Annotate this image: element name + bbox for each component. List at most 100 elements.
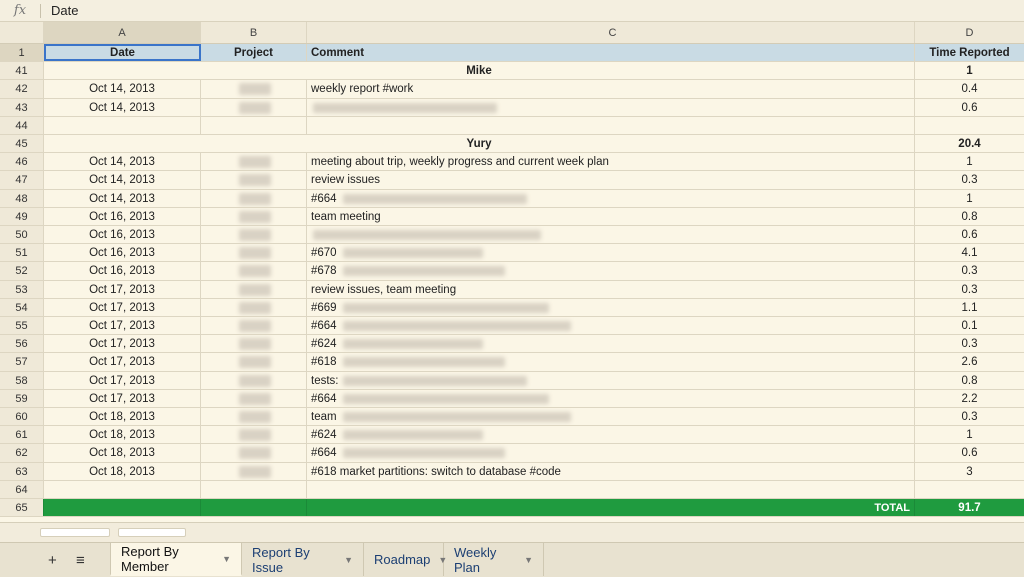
row-number[interactable]: 50: [0, 226, 44, 244]
project-cell[interactable]: [201, 280, 307, 298]
row-number[interactable]: 52: [0, 262, 44, 280]
row-number[interactable]: 58: [0, 371, 44, 389]
comment-cell[interactable]: weekly report #work: [307, 80, 915, 98]
column-header-a[interactable]: A: [44, 22, 201, 43]
project-cell[interactable]: [201, 226, 307, 244]
project-cell[interactable]: [201, 244, 307, 262]
comment-cell[interactable]: #618: [307, 353, 915, 371]
group-name-cell[interactable]: Yury: [44, 135, 915, 153]
project-cell[interactable]: [201, 499, 307, 517]
date-cell[interactable]: Oct 16, 2013: [44, 262, 201, 280]
time-cell[interactable]: 1: [915, 190, 1024, 207]
time-cell[interactable]: 2.2: [915, 390, 1024, 407]
row-number[interactable]: 45: [0, 135, 44, 153]
time-cell[interactable]: 0.6: [915, 444, 1024, 461]
comment-cell[interactable]: #618 market partitions: switch to databa…: [307, 462, 915, 480]
sheet-list-icon[interactable]: ≡: [76, 552, 85, 569]
comment-cell[interactable]: #669: [307, 298, 915, 316]
row-number[interactable]: 47: [0, 171, 44, 189]
row-number[interactable]: 49: [0, 207, 44, 225]
comment-cell[interactable]: #678: [307, 262, 915, 280]
row-number[interactable]: 53: [0, 280, 44, 298]
project-cell[interactable]: [201, 317, 307, 335]
chevron-down-icon[interactable]: ▼: [344, 555, 353, 565]
project-cell[interactable]: [201, 426, 307, 444]
scroll-thumb[interactable]: [40, 528, 110, 537]
comment-cell[interactable]: #664: [307, 389, 915, 407]
comment-cell[interactable]: [307, 98, 915, 116]
date-cell[interactable]: Oct 14, 2013: [44, 189, 201, 207]
chevron-down-icon[interactable]: ▼: [524, 555, 533, 565]
project-cell[interactable]: [201, 153, 307, 171]
row-number[interactable]: 42: [0, 80, 44, 98]
comment-cell[interactable]: #670: [307, 244, 915, 262]
time-cell[interactable]: 0.3: [915, 171, 1024, 188]
date-cell[interactable]: Oct 17, 2013: [44, 280, 201, 298]
column-header-c[interactable]: C: [307, 22, 915, 43]
project-cell[interactable]: [201, 116, 307, 134]
project-cell[interactable]: [201, 444, 307, 462]
header-cell-date[interactable]: Date: [44, 44, 201, 62]
comment-cell[interactable]: #624: [307, 335, 915, 353]
time-cell[interactable]: 3: [915, 463, 1024, 480]
date-cell[interactable]: Oct 17, 2013: [44, 335, 201, 353]
project-cell[interactable]: [201, 80, 307, 98]
comment-cell[interactable]: team meeting: [307, 207, 915, 225]
date-cell[interactable]: Oct 17, 2013: [44, 353, 201, 371]
row-number[interactable]: 59: [0, 389, 44, 407]
time-cell[interactable]: 1: [915, 62, 1024, 79]
row-number[interactable]: 62: [0, 444, 44, 462]
project-cell[interactable]: [201, 207, 307, 225]
date-cell[interactable]: Oct 18, 2013: [44, 444, 201, 462]
date-cell[interactable]: Oct 14, 2013: [44, 80, 201, 98]
row-number[interactable]: 63: [0, 462, 44, 480]
row-number[interactable]: 51: [0, 244, 44, 262]
sheet-tab[interactable]: Weekly Plan ▼: [444, 543, 544, 576]
project-cell[interactable]: [201, 480, 307, 498]
header-cell-time[interactable]: Time Reported: [915, 44, 1024, 61]
row-number[interactable]: 41: [0, 62, 44, 80]
date-cell[interactable]: Oct 17, 2013: [44, 371, 201, 389]
row-number[interactable]: 56: [0, 335, 44, 353]
total-value[interactable]: 91.7: [915, 499, 1024, 516]
date-cell[interactable]: [44, 499, 201, 517]
time-cell[interactable]: 1: [915, 153, 1024, 170]
time-cell[interactable]: 2.6: [915, 353, 1024, 370]
row-number[interactable]: 46: [0, 153, 44, 171]
project-cell[interactable]: [201, 298, 307, 316]
date-cell[interactable]: Oct 14, 2013: [44, 98, 201, 116]
comment-cell[interactable]: #624: [307, 426, 915, 444]
column-header-d[interactable]: D: [915, 22, 1024, 43]
group-name-cell[interactable]: Mike: [44, 62, 915, 80]
date-cell[interactable]: Oct 14, 2013: [44, 153, 201, 171]
horizontal-scrollbar[interactable]: [0, 522, 1024, 542]
add-sheet-icon[interactable]: +: [48, 552, 57, 569]
date-cell[interactable]: Oct 17, 2013: [44, 389, 201, 407]
row-number[interactable]: 43: [0, 98, 44, 116]
header-cell-project[interactable]: Project: [201, 44, 307, 62]
time-cell[interactable]: 0.3: [915, 281, 1024, 298]
chevron-down-icon[interactable]: ▼: [222, 554, 231, 564]
time-cell[interactable]: 0.8: [915, 208, 1024, 225]
project-cell[interactable]: [201, 189, 307, 207]
time-cell[interactable]: 1: [915, 426, 1024, 443]
date-cell[interactable]: [44, 116, 201, 134]
time-cell[interactable]: [915, 117, 1024, 134]
sheet-tab[interactable]: Roadmap ▼: [364, 543, 447, 576]
row-number[interactable]: 55: [0, 317, 44, 335]
project-cell[interactable]: [201, 335, 307, 353]
sheet-tab[interactable]: Report By Issue ▼: [242, 543, 364, 576]
project-cell[interactable]: [201, 408, 307, 426]
project-cell[interactable]: [201, 98, 307, 116]
row-number[interactable]: 54: [0, 298, 44, 316]
project-cell[interactable]: [201, 262, 307, 280]
comment-cell[interactable]: #664: [307, 189, 915, 207]
comment-cell[interactable]: [307, 480, 915, 498]
project-cell[interactable]: [201, 353, 307, 371]
header-cell-comment[interactable]: Comment: [307, 44, 915, 62]
time-cell[interactable]: [915, 481, 1024, 498]
date-cell[interactable]: Oct 18, 2013: [44, 408, 201, 426]
time-cell[interactable]: 0.3: [915, 262, 1024, 279]
project-cell[interactable]: [201, 171, 307, 189]
comment-cell[interactable]: review issues: [307, 171, 915, 189]
